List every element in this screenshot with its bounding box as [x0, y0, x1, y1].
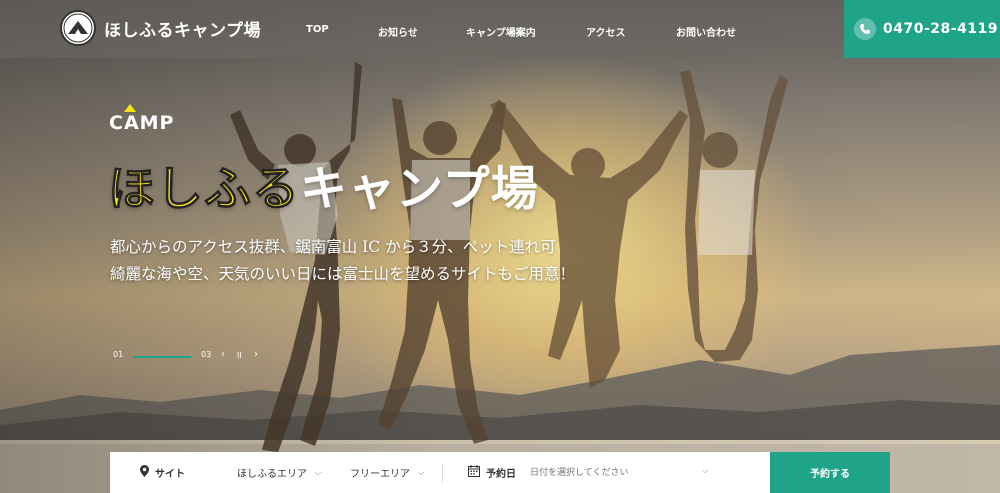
phone-number: 0470-28-4119 — [883, 21, 999, 37]
nav-item-guide[interactable]: キャンプ場案内 — [466, 24, 536, 39]
hero-subtitle-line-2: 綺麗な海や空、天気のいい日には富士山を望めるサイトもご用意！ — [110, 265, 576, 283]
location-pin-icon — [140, 465, 149, 480]
free-area-select[interactable]: フリーエリア ⌵ — [350, 452, 424, 493]
slide-prev-button[interactable]: ‹ — [221, 349, 225, 360]
chevron-down-icon: ⌵ — [315, 467, 322, 477]
area-select-value: ほしふるエリア — [237, 469, 307, 480]
nav-item-contact[interactable]: お問い合わせ — [676, 24, 736, 39]
phone-contact[interactable]: 0470-28-4119 — [844, 0, 1000, 58]
hero-eyebrow: CAMP — [109, 112, 175, 134]
area-select[interactable]: ほしふるエリア ⌵ — [237, 452, 321, 493]
logo-text: ほしふるキャンプ場 — [104, 20, 261, 41]
date-filter-label: 予約日 — [468, 452, 516, 493]
hero-subtitle: 都心からのアクセス抜群、鋸南富山 IC から３分、ペット連れ可 綺麗な海や空、天… — [110, 234, 575, 288]
slide-total: 03 — [201, 350, 212, 359]
slide-progress-bar — [133, 356, 191, 358]
slide-pause-button[interactable]: II — [237, 351, 242, 360]
reservation-search-bar: サイト ほしふるエリア ⌵ フリーエリア ⌵ 予約日 ⌵ 予約する — [110, 452, 890, 493]
phone-icon — [854, 18, 876, 40]
search-divider — [442, 464, 443, 482]
free-area-select-value: フリーエリア — [350, 469, 410, 480]
chevron-down-icon: ⌵ — [702, 466, 709, 475]
site-label-text: サイト — [155, 469, 185, 480]
site-header: ほしふるキャンプ場 TOP お知らせ キャンプ場案内 アクセス お問い合わせ 0… — [0, 0, 1000, 58]
date-label-text: 予約日 — [486, 469, 516, 480]
hero-title: ほしふるキャンプ場 — [108, 150, 539, 219]
slider-controls: 01 03 ‹ II › — [113, 349, 273, 364]
nav-item-top[interactable]: TOP — [306, 24, 329, 35]
slide-next-button[interactable]: › — [254, 349, 258, 360]
hero-title-white: キャンプ場 — [300, 162, 539, 217]
camp-tent-icon — [124, 104, 136, 112]
reserve-button[interactable]: 予約する — [770, 452, 890, 493]
hero-subtitle-line-1: 都心からのアクセス抜群、鋸南富山 IC から３分、ペット連れ可 — [110, 238, 556, 256]
chevron-down-icon: ⌵ — [418, 467, 425, 477]
calendar-icon — [468, 465, 480, 480]
logo-emblem-icon — [60, 10, 96, 46]
site-filter-label: サイト — [140, 452, 185, 493]
nav-item-news[interactable]: お知らせ — [378, 24, 418, 39]
nav-item-access[interactable]: アクセス — [586, 24, 626, 39]
site-logo[interactable]: ほしふるキャンプ場 — [60, 10, 261, 46]
date-input[interactable] — [530, 460, 720, 485]
slide-current: 01 — [113, 350, 124, 359]
hero-title-yellow: ほしふる — [108, 162, 300, 218]
